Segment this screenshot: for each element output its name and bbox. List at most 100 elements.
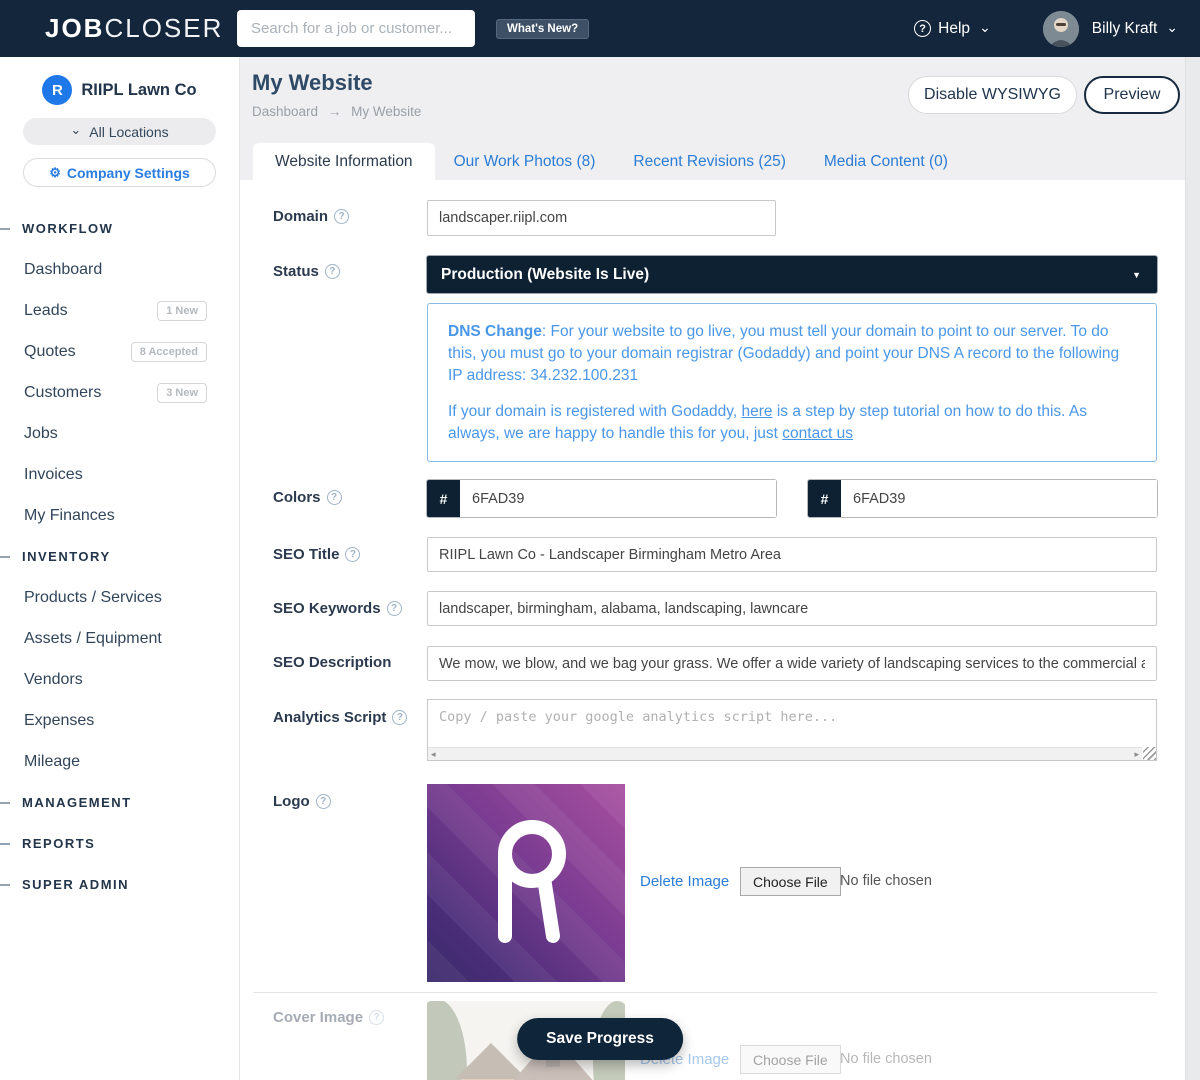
domain-input[interactable] — [427, 200, 776, 236]
quotes-badge: 8 Accepted — [131, 342, 207, 362]
seo-title-label: SEO Title? — [273, 546, 360, 564]
dns-notice-title: DNS Change — [448, 323, 542, 340]
seo-description-input[interactable] — [427, 646, 1157, 681]
select-caret-icon: ▼ — [1132, 270, 1141, 280]
color-input-group-1: # — [427, 480, 776, 517]
domain-label: Domain? — [273, 208, 349, 226]
seo-keywords-label: SEO Keywords? — [273, 600, 402, 618]
seo-title-input[interactable] — [427, 537, 1157, 572]
chevron-down-icon[interactable]: ⌄ — [1166, 22, 1178, 32]
global-search-input[interactable] — [237, 10, 475, 47]
sidebar-item-assets-equipment[interactable]: Assets / Equipment — [0, 618, 239, 659]
sidebar-item-mileage[interactable]: Mileage — [0, 741, 239, 782]
seo-description-label: SEO Description — [273, 654, 391, 671]
chevron-down-icon[interactable]: ⌄ — [979, 22, 991, 32]
cover-image-help-icon[interactable]: ? — [369, 1010, 384, 1025]
dns-change-notice: DNS Change: For your website to go live,… — [427, 303, 1157, 462]
sidebar: R RIIPL Lawn Co ⌄ All Locations ⚙ Compan… — [0, 57, 240, 1080]
sidebar-item-vendors[interactable]: Vendors — [0, 659, 239, 700]
analytics-script-field: ◂ ▸ — [427, 699, 1157, 761]
sidebar-item-quotes[interactable]: Quotes8 Accepted — [0, 331, 239, 372]
analytics-script-label: Analytics Script? — [273, 709, 407, 727]
sidebar-section-management[interactable]: MANAGEMENT — [0, 782, 239, 823]
sidebar-item-dashboard[interactable]: Dashboard — [0, 249, 239, 290]
scroll-left-arrow-icon[interactable]: ◂ — [431, 750, 436, 759]
sidebar-item-expenses[interactable]: Expenses — [0, 700, 239, 741]
sidebar-item-my-finances[interactable]: My Finances — [0, 495, 239, 536]
logo-label: Logo? — [273, 793, 331, 811]
cover-image-label: Cover Image? — [273, 1009, 384, 1027]
logo-preview-image — [427, 784, 625, 982]
logo-help-icon[interactable]: ? — [316, 794, 331, 809]
status-help-icon[interactable]: ? — [325, 264, 340, 279]
tab-recent-revisions[interactable]: Recent Revisions (25) — [614, 143, 804, 180]
logo-no-file-text: No file chosen — [840, 873, 932, 889]
sidebar-section-reports[interactable]: REPORTS — [0, 823, 239, 864]
sidebar-item-invoices[interactable]: Invoices — [0, 454, 239, 495]
company-header: R RIIPL Lawn Co — [0, 75, 239, 105]
breadcrumb: Dashboard → My Website — [252, 104, 421, 119]
company-avatar: R — [42, 75, 72, 105]
breadcrumb-dashboard[interactable]: Dashboard — [252, 104, 318, 119]
tab-bar: Website Information Our Work Photos (8) … — [253, 143, 967, 180]
cover-no-file-text: No file chosen — [840, 1051, 932, 1067]
seo-keywords-input[interactable] — [427, 591, 1157, 626]
logo-choose-file-button[interactable]: Choose File — [740, 867, 841, 896]
page-title: My Website — [252, 70, 373, 96]
colors-help-icon[interactable]: ? — [327, 490, 342, 505]
tab-website-information[interactable]: Website Information — [253, 143, 435, 180]
company-settings-button[interactable]: ⚙ Company Settings — [23, 158, 216, 187]
help-menu[interactable]: Help — [938, 20, 970, 38]
analytics-help-icon[interactable]: ? — [392, 710, 407, 725]
seo-title-help-icon[interactable]: ? — [345, 547, 360, 562]
user-menu[interactable]: Billy Kraft — [1092, 20, 1157, 38]
scroll-right-arrow-icon[interactable]: ▸ — [1134, 750, 1139, 759]
vertical-scrollbar[interactable] — [1185, 57, 1200, 1080]
tab-media-content[interactable]: Media Content (0) — [805, 143, 967, 180]
disable-wysiwyg-button[interactable]: Disable WYSIWYG — [908, 76, 1077, 114]
sidebar-nav: WORKFLOW Dashboard Leads1 New Quotes8 Ac… — [0, 208, 239, 905]
leads-badge: 1 New — [157, 301, 207, 321]
user-avatar[interactable] — [1043, 11, 1079, 47]
seo-keywords-help-icon[interactable]: ? — [387, 601, 402, 616]
tab-our-work-photos[interactable]: Our Work Photos (8) — [435, 143, 615, 180]
sidebar-section-workflow[interactable]: WORKFLOW — [0, 208, 239, 249]
help-circle-icon: ? — [914, 20, 931, 37]
riipl-r-logo — [427, 784, 625, 982]
website-information-panel: Domain? Status? Production (Website Is L… — [240, 180, 1185, 1080]
resize-grip[interactable] — [1143, 747, 1156, 760]
status-label: Status? — [273, 263, 340, 281]
status-select[interactable]: Production (Website Is Live) ▼ — [427, 256, 1157, 293]
status-selected-value: Production (Website Is Live) — [441, 266, 649, 284]
color-input-group-2: # — [808, 480, 1157, 517]
sidebar-item-customers[interactable]: Customers3 New — [0, 372, 239, 413]
section-divider — [253, 992, 1157, 993]
company-name: RIIPL Lawn Co — [81, 81, 196, 100]
cover-choose-file-button[interactable]: Choose File — [740, 1045, 841, 1074]
sidebar-item-jobs[interactable]: Jobs — [0, 413, 239, 454]
all-locations-label: All Locations — [89, 124, 168, 140]
company-settings-label: Company Settings — [67, 165, 190, 181]
sidebar-section-super-admin[interactable]: SUPER ADMIN — [0, 864, 239, 905]
sidebar-item-products-services[interactable]: Products / Services — [0, 577, 239, 618]
color-input-2[interactable] — [841, 480, 1157, 517]
jobcloser-logo[interactable]: JOBCLOSER — [45, 13, 223, 44]
horizontal-scrollbar[interactable]: ◂ ▸ — [428, 747, 1142, 760]
avatar-photo — [1043, 11, 1079, 47]
all-locations-dropdown[interactable]: ⌄ All Locations — [23, 118, 216, 145]
domain-help-icon[interactable]: ? — [334, 209, 349, 224]
chevron-down-icon: ⌄ — [70, 122, 81, 138]
save-progress-button[interactable]: Save Progress — [517, 1018, 683, 1060]
logo-delete-image-link[interactable]: Delete Image — [640, 873, 729, 890]
dns-here-link[interactable]: here — [742, 403, 773, 420]
sidebar-item-leads[interactable]: Leads1 New — [0, 290, 239, 331]
preview-button[interactable]: Preview — [1084, 76, 1180, 114]
hex-prefix: # — [427, 480, 460, 517]
dns-contact-us-link[interactable]: contact us — [782, 425, 853, 442]
sidebar-section-inventory[interactable]: INVENTORY — [0, 536, 239, 577]
breadcrumb-current: My Website — [351, 104, 421, 119]
whats-new-button[interactable]: What's New? — [496, 19, 589, 39]
customers-badge: 3 New — [157, 383, 207, 403]
color-input-1[interactable] — [460, 480, 776, 517]
logo-light-text: CLOSER — [104, 13, 223, 43]
